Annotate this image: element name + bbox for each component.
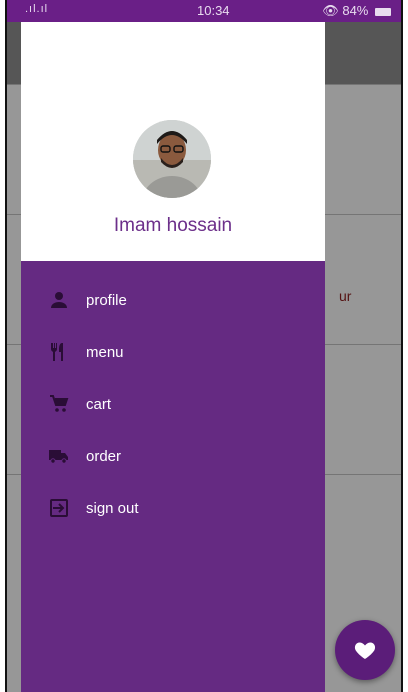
truck-icon (48, 445, 70, 467)
sign-out-icon (48, 497, 70, 519)
menu-item-label: profile (86, 291, 127, 309)
menu-item-label: sign out (86, 499, 139, 517)
menu-item-cart[interactable]: cart (21, 378, 325, 430)
profile-name: Imam hossain (113, 215, 233, 236)
phone-screen: .ıl.ıl 10:34 👁 84% ur Imam hossain profi… (5, 0, 403, 692)
cart-icon (48, 393, 70, 415)
battery-icon (375, 7, 391, 16)
signal-icon: .ıl.ıl (25, 3, 49, 15)
battery-percent: 84% (342, 3, 369, 18)
menu-item-label: cart (86, 395, 112, 413)
favorite-button[interactable] (335, 620, 395, 680)
heart-icon (354, 642, 376, 659)
eye-icon: 👁 (322, 3, 339, 18)
avatar-image (133, 120, 211, 198)
drawer-header: Imam hossain (21, 22, 325, 261)
menu-item-label: order (86, 447, 122, 465)
status-right: 👁 84% (322, 3, 391, 19)
menu-item-profile[interactable]: profile (21, 274, 325, 326)
menu-item-label: menu (86, 343, 124, 361)
avatar[interactable] (133, 120, 211, 198)
status-bar: .ıl.ıl 10:34 👁 84% (7, 0, 401, 22)
restaurant-icon (48, 341, 70, 363)
person-icon (48, 289, 70, 311)
menu-item-menu[interactable]: menu (21, 326, 325, 378)
menu-item-order[interactable]: order (21, 430, 325, 482)
navigation-drawer: Imam hossain profile menu cart order sig… (21, 22, 325, 692)
menu-item-sign-out[interactable]: sign out (21, 482, 325, 534)
drawer-menu: profile menu cart order sign out (21, 274, 325, 534)
status-time: 10:34 (197, 3, 230, 18)
